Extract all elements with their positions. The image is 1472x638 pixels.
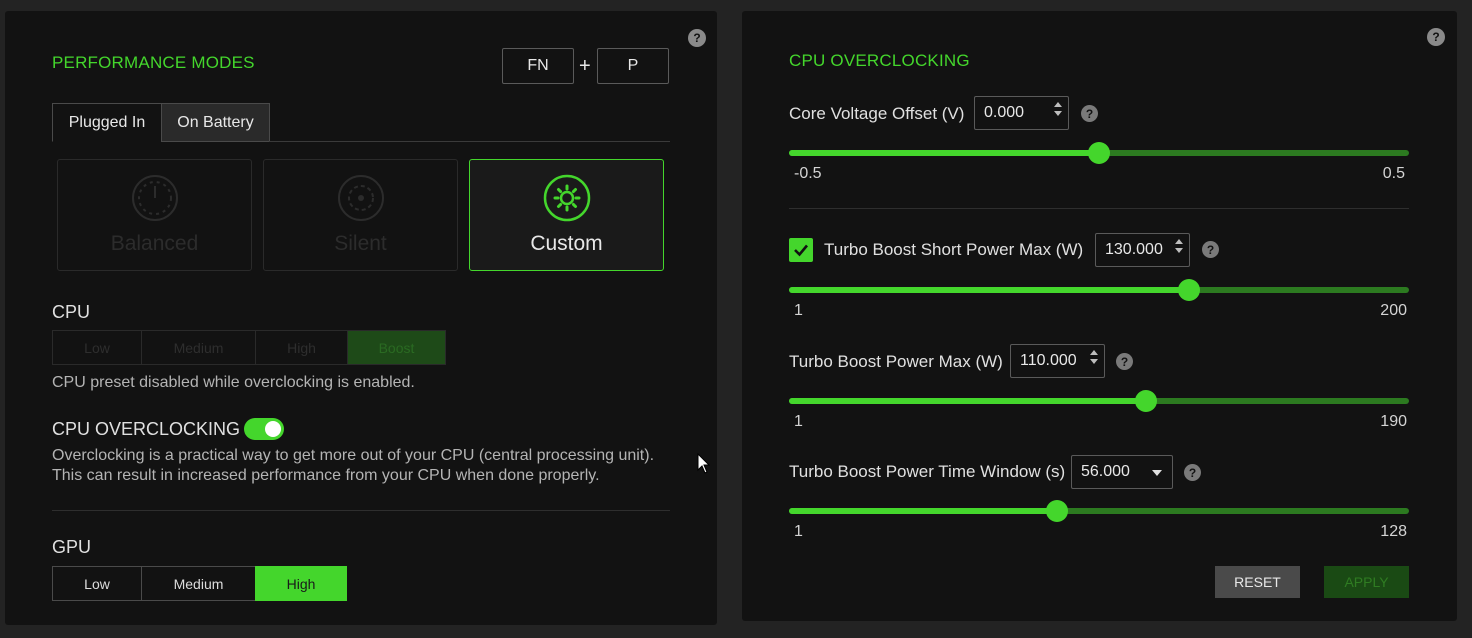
performance-modes-title: PERFORMANCE MODES — [52, 53, 255, 72]
core-voltage-max: 0.5 — [1382, 165, 1405, 182]
checkmark-icon — [794, 244, 808, 257]
cpu-overclocking-label: CPU OVERCLOCKING — [52, 419, 241, 439]
help-icon[interactable]: ? — [1116, 353, 1133, 370]
core-voltage-slider[interactable] — [789, 142, 1409, 164]
tab-plugged-in[interactable]: Plugged In — [52, 103, 162, 142]
cpu-boost-button[interactable]: Boost — [347, 330, 446, 365]
turbo-window-value: 56.000 — [1081, 463, 1130, 480]
turbo-power-slider[interactable] — [789, 390, 1409, 412]
keybind-fn-key[interactable]: FN — [502, 48, 574, 84]
cpu-low-button[interactable]: Low — [52, 330, 142, 365]
cpu-overclocking-toggle[interactable] — [244, 418, 284, 440]
apply-button[interactable]: APPLY — [1324, 566, 1409, 598]
turbo-short-label: Turbo Boost Short Power Max (W) — [824, 240, 1084, 259]
mode-card-custom[interactable]: Custom — [469, 159, 664, 271]
keybind-p-key[interactable]: P — [597, 48, 669, 84]
help-icon[interactable]: ? — [1184, 464, 1201, 481]
turbo-short-checkbox[interactable] — [789, 238, 813, 262]
toggle-knob — [265, 421, 281, 437]
fan-icon — [337, 175, 384, 221]
slider-thumb[interactable] — [1135, 390, 1158, 412]
gpu-low-button[interactable]: Low — [52, 566, 142, 601]
spinner-arrows[interactable] — [1054, 102, 1062, 116]
turbo-window-slider[interactable] — [789, 500, 1409, 522]
slider-fill — [789, 398, 1147, 404]
cpu-preset-note: CPU preset disabled while overclocking i… — [52, 374, 415, 391]
spinner-arrows[interactable] — [1175, 239, 1183, 253]
turbo-short-slider[interactable] — [789, 279, 1409, 301]
turbo-power-label: Turbo Boost Power Max (W) — [789, 352, 1003, 371]
cpu-overclocking-title: CPU OVERCLOCKING — [789, 51, 970, 70]
turbo-window-label: Turbo Boost Power Time Window (s) — [789, 462, 1066, 481]
mode-label-silent: Silent — [334, 232, 387, 255]
cpu-label: CPU — [52, 302, 91, 322]
cpu-high-button[interactable]: High — [255, 330, 348, 365]
help-icon[interactable]: ? — [1427, 28, 1445, 46]
chevron-down-icon — [1152, 470, 1162, 476]
turbo-power-max: 190 — [1380, 413, 1407, 430]
help-icon[interactable]: ? — [688, 29, 706, 47]
core-voltage-min: -0.5 — [794, 165, 822, 182]
turbo-short-min: 1 — [794, 302, 803, 319]
gauge-icon — [131, 175, 178, 221]
slider-fill — [789, 287, 1189, 293]
help-icon[interactable]: ? — [1081, 105, 1098, 122]
gpu-label: GPU — [52, 537, 92, 557]
slider-thumb[interactable] — [1046, 500, 1069, 522]
section-divider — [789, 208, 1409, 209]
spinner-arrows[interactable] — [1090, 350, 1098, 364]
turbo-window-select[interactable]: 56.000 — [1071, 455, 1173, 489]
turbo-short-max: 200 — [1380, 302, 1407, 319]
core-voltage-label: Core Voltage Offset (V) — [789, 104, 965, 123]
gpu-medium-button[interactable]: Medium — [141, 566, 256, 601]
help-icon[interactable]: ? — [1202, 241, 1219, 258]
turbo-power-input[interactable]: 110.000 — [1010, 344, 1105, 378]
mode-label-custom: Custom — [530, 232, 603, 255]
keybind-plus: + — [579, 55, 591, 77]
overclocking-description: Overclocking is a practical way to get m… — [52, 447, 655, 484]
performance-modes-panel: ? PERFORMANCE MODES FN + P Plugged In On… — [5, 11, 717, 625]
mouse-cursor-icon — [697, 453, 711, 474]
cpu-overclocking-panel: ? CPU OVERCLOCKING Core Voltage Offset (… — [742, 11, 1457, 621]
tab-underline — [269, 141, 670, 142]
cpu-medium-button[interactable]: Medium — [141, 330, 256, 365]
slider-fill — [789, 150, 1099, 156]
gear-icon — [543, 174, 590, 222]
turbo-window-min: 1 — [794, 523, 803, 540]
mode-label-balanced: Balanced — [110, 232, 199, 255]
turbo-power-min: 1 — [794, 413, 803, 430]
turbo-short-value: 130.000 — [1105, 241, 1163, 258]
mode-card-silent[interactable]: Silent — [263, 159, 458, 271]
section-divider — [52, 510, 670, 511]
core-voltage-value: 0.000 — [984, 104, 1025, 121]
mode-card-balanced[interactable]: Balanced — [57, 159, 252, 271]
gpu-high-button[interactable]: High — [255, 566, 347, 601]
slider-fill — [789, 508, 1058, 514]
slider-thumb[interactable] — [1177, 279, 1200, 301]
slider-thumb[interactable] — [1088, 142, 1110, 164]
core-voltage-input[interactable]: 0.000 — [974, 96, 1069, 130]
reset-button[interactable]: RESET — [1215, 566, 1300, 598]
turbo-power-value: 110.000 — [1020, 352, 1077, 369]
tab-on-battery[interactable]: On Battery — [161, 103, 270, 142]
turbo-window-max: 128 — [1380, 523, 1407, 540]
turbo-short-input[interactable]: 130.000 — [1095, 233, 1190, 267]
